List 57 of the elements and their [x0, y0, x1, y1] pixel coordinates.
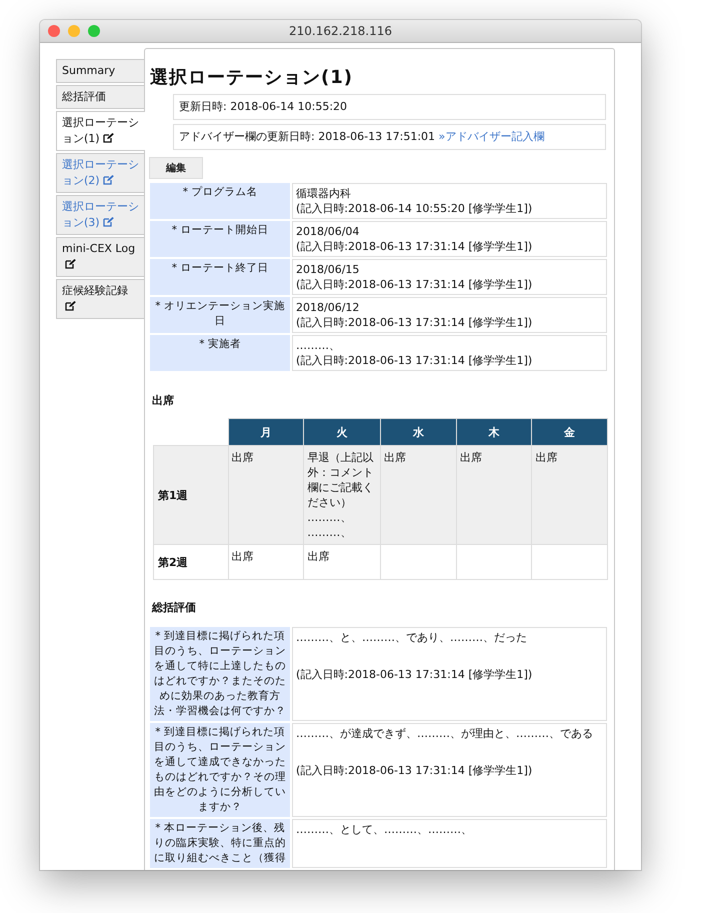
record-time: (記入日時:2018-06-13 17:31:14 [修学学生1]) [296, 353, 534, 368]
record-time: (記入日時:2018-06-13 17:31:14 [修学学生1]) [296, 277, 534, 292]
field-label: * 実施者 [199, 338, 241, 350]
close-button[interactable] [48, 25, 60, 37]
field-value: ………、 [296, 338, 341, 353]
zoom-button[interactable] [88, 25, 100, 37]
field-label: * ローテート終了日 [172, 262, 268, 274]
field-label: * ローテート開始日 [172, 224, 268, 236]
record-time: (記入日時:2018-06-13 17:31:14 [修学学生1]) [296, 315, 534, 330]
question-label: * 本ローテーション後、残りの臨床実験、特に重点的に取り組むべきこと（獲得 [154, 822, 286, 864]
row-header: 第2週 [154, 544, 228, 580]
answer-text: ………、として、………、………、 [296, 822, 473, 837]
edit-button[interactable]: 編集 [149, 157, 203, 179]
section-heading: 出席 [152, 393, 175, 408]
sidebar-item[interactable]: 選択ローテーション(2) [56, 153, 144, 193]
advisor-link[interactable]: »アドバイザー記入欄 [438, 130, 544, 143]
table-cell-text: 出席 [384, 450, 408, 465]
question-label: * 到達目標に掲げられた項目のうち、ローテーションを通して達成できなかったものはどれですか？その理由をどのように分析していますか？ [154, 726, 286, 813]
table-cell-text: 出席 [460, 450, 483, 465]
field-value: 循環器内科 [296, 186, 352, 201]
window-title: 210.162.218.116 [288, 24, 392, 38]
section-heading: 総括評価 [152, 600, 197, 615]
table-cell-text: ………、 [307, 525, 352, 540]
sidebar-item[interactable]: 選択ローテーション(3) [56, 195, 144, 235]
field-value: 2018/06/04 [296, 224, 360, 239]
sidebar-item[interactable]: mini-CEX Log [56, 237, 144, 277]
minimize-button[interactable] [68, 25, 80, 37]
record-time: (記入日時:2018-06-13 17:31:14 [修学学生1]) [296, 763, 534, 778]
table-cell-text: ………、 [307, 510, 352, 525]
table-cell-text: 早退（上記以外：コメント欄にご記載ください） [307, 450, 374, 510]
table-cell-text: 出席 [232, 450, 255, 465]
answer-text: ………、が達成できず、………、が理由と、………、である [296, 726, 594, 741]
updated-time: 更新日時: 2018-06-14 10:55:20 [179, 100, 348, 113]
column-header: 金 [532, 418, 608, 446]
table-cell-text: 出席 [307, 549, 330, 564]
field-label: * オリエンテーション実施日 [155, 300, 285, 327]
sidebar-item[interactable]: 選択ローテーション(1) [56, 111, 145, 151]
row-header: 第1週 [154, 446, 228, 544]
column-header: 木 [456, 418, 532, 446]
field-value: 2018/06/12 [296, 300, 360, 315]
record-time: (記入日時:2018-06-13 17:31:14 [修学学生1]) [296, 239, 534, 254]
record-time: (記入日時:2018-06-14 10:55:20 [修学学生1]) [296, 201, 534, 216]
advisor-updated-time: アドバイザー欄の更新日時: 2018-06-13 17:51:01 [179, 130, 436, 143]
answer-text: ………、と、………、であり、………、だった [296, 630, 528, 645]
table-cell-text: 出席 [232, 549, 255, 564]
column-header: 火 [304, 418, 381, 446]
page-title: 選択ローテーション(1) [150, 66, 354, 89]
field-value: 2018/06/15 [296, 262, 360, 277]
column-header: 月 [228, 418, 304, 446]
sidebar-item[interactable]: 症候経験記録 [56, 279, 144, 319]
field-label: * プログラム名 [182, 186, 258, 198]
column-header: 水 [380, 418, 456, 446]
sidebar-item[interactable]: 総括評価 [56, 85, 144, 109]
record-time: (記入日時:2018-06-13 17:31:14 [修学学生1]) [296, 667, 534, 682]
table-cell-text: 出席 [535, 450, 558, 465]
sidebar-item[interactable]: Summary [56, 59, 144, 83]
question-label: * 到達目標に掲げられた項目のうち、ローテーションを通して特に上達したものはどれですか？またそのために効果のあった教育方法・学習機会は何ですか？ [154, 630, 286, 717]
